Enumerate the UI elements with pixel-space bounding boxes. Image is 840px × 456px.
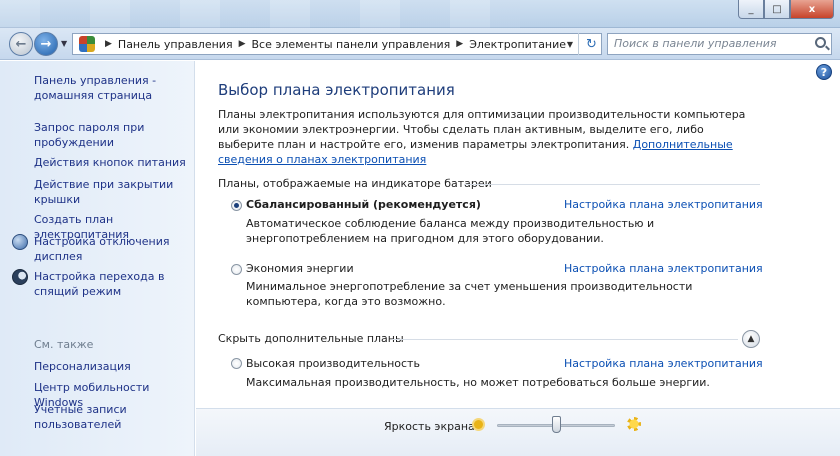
chevron-right-icon[interactable]: ▶ [239,39,246,49]
monitor-icon [12,234,28,250]
brightness-slider-thumb[interactable] [552,416,561,433]
recent-pages-dropdown[interactable]: ▼ [61,39,67,48]
plan-power-saver-description: Минимальное энергопотребление за счет ум… [246,280,693,308]
sidebar-item-user-accounts[interactable]: Учетные записи пользователей [34,402,192,432]
back-button[interactable]: ← [9,32,33,56]
chevron-right-icon[interactable]: ▶ [105,39,112,49]
section-divider [392,339,738,340]
chevron-right-icon[interactable]: ▶ [456,39,463,49]
plan-balanced-settings-link[interactable]: Настройка плана электропитания [564,198,763,211]
plan-balanced-radio[interactable] [231,200,242,211]
search-icon[interactable] [815,37,826,48]
control-panel-icon [79,36,95,52]
plan-high-performance-description: Максимальная производительность, но може… [246,376,710,389]
brightness-label: Яркость экрана: [384,420,479,433]
sidebar-item-control-panel-home[interactable]: Панель управления - домашняя страница [34,73,192,103]
sidebar-item-lid-close[interactable]: Действие при закрытии крышки [34,177,192,207]
refresh-button[interactable]: ↻ [578,33,604,55]
collapse-button[interactable]: ▲ [742,330,760,348]
see-also-heading: См. также [34,338,94,351]
plan-balanced-description: Автоматическое соблюдение баланса между … [246,217,655,245]
sidebar-item-power-buttons[interactable]: Действия кнопок питания [34,155,192,170]
breadcrumb-all-items[interactable]: Все элементы панели управления [252,38,451,51]
breadcrumb-power-options[interactable]: Электропитание [469,38,566,51]
dim-brightness-icon [474,420,483,429]
sidebar-item-personalization[interactable]: Персонализация [34,359,192,374]
plan-power-saver-radio[interactable] [231,264,242,275]
moon-icon [12,269,28,285]
window-controls: _ □ x [738,0,834,19]
chevron-up-icon: ▲ [747,334,755,344]
bright-brightness-icon [627,417,641,431]
search-input[interactable]: Поиск в панели управления [607,33,832,55]
window-titlebar: _ □ x [0,0,840,28]
plan-high-performance-settings-link[interactable]: Настройка плана электропитания [564,357,763,370]
navigation-bar: ← → ▼ ▶ Панель управления ▶ Все элементы… [0,28,840,60]
plan-power-saver-settings-link[interactable]: Настройка плана электропитания [564,262,763,275]
intro-text: Планы электропитания используются для оп… [218,107,758,167]
forward-button[interactable]: → [34,32,58,56]
refresh-icon: ↻ [586,36,597,52]
help-icon[interactable]: ? [816,64,832,80]
plan-high-performance-radio[interactable] [231,358,242,369]
chevron-down-icon[interactable]: ▼ [567,40,573,49]
maximize-button[interactable]: □ [764,0,790,19]
breadcrumb-control-panel[interactable]: Панель управления [118,38,233,51]
arrow-right-icon: → [40,36,52,52]
sidebar-item-display-off[interactable]: Настройка отключения дисплея [34,234,192,264]
page-title: Выбор плана электропитания [218,81,455,99]
plan-high-performance-name[interactable]: Высокая производительность [246,357,420,370]
minimize-button[interactable]: _ [738,0,764,19]
brightness-bar [196,408,840,456]
address-bar[interactable]: ▶ Панель управления ▶ Все элементы панел… [72,33,602,55]
sidebar-item-wakeup-password[interactable]: Запрос пароля при пробуждении [34,120,192,150]
plan-balanced-name[interactable]: Сбалансированный (рекомендуется) [246,198,481,211]
battery-plans-heading: Планы, отображаемые на индикаторе батаре… [218,177,492,190]
search-placeholder: Поиск в панели управления [614,37,777,50]
hidden-plans-heading[interactable]: Скрыть дополнительные планы [218,332,404,345]
sidebar-item-sleep[interactable]: Настройка перехода в спящий режим [34,269,192,299]
arrow-left-icon: ← [15,36,27,52]
section-divider [464,184,760,185]
titlebar-background [0,0,520,28]
plan-power-saver-name[interactable]: Экономия энергии [246,262,354,275]
close-button[interactable]: x [790,0,834,19]
